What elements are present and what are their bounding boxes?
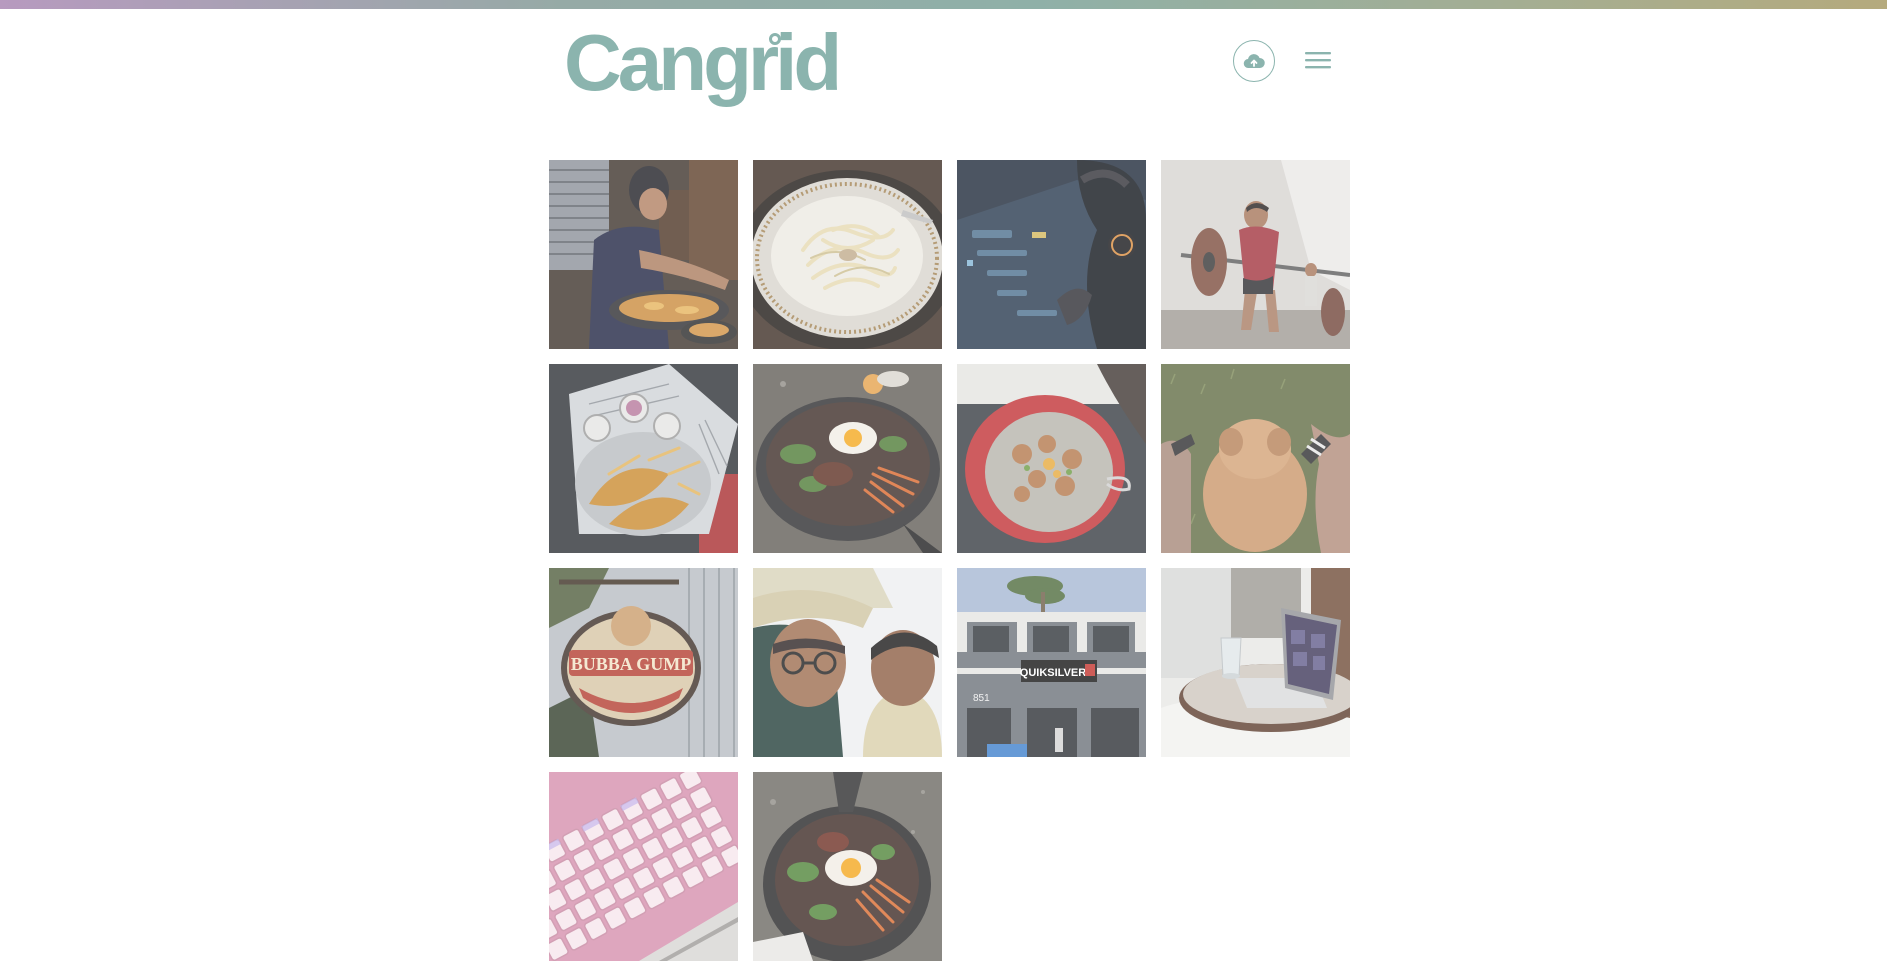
photo-tile[interactable]: bibimbap-overhead (753, 772, 942, 961)
upload-button[interactable] (1233, 40, 1275, 82)
svg-text:851: 851 (973, 693, 990, 704)
site-header: Cangrid (549, 9, 1349, 159)
photo-bibimbap-skillet (753, 364, 942, 553)
photo-tile[interactable]: red-bowl-dish (957, 364, 1146, 553)
photo-storefront: QUIKSILVER 851 (957, 568, 1146, 757)
photo-tile[interactable]: person-cooking (549, 160, 738, 349)
photo-tile[interactable]: bibimbap-skillet (753, 364, 942, 553)
photo-tile[interactable]: puppy-on-grass (1161, 364, 1350, 553)
photo-puppy-on-grass (1161, 364, 1350, 553)
photo-headphones-console (957, 160, 1146, 349)
photo-laptop-on-tray (1161, 568, 1350, 757)
site-logo[interactable]: Cangrid (564, 23, 842, 103)
photo-tile[interactable]: fish-and-chips (549, 364, 738, 553)
photo-two-person-selfie (753, 568, 942, 757)
photo-fish-and-chips (549, 364, 738, 553)
photo-grid: person-cooking pasta-plate (549, 160, 1350, 961)
photo-tile[interactable]: pink-keyboard (549, 772, 738, 961)
photo-person-cooking (549, 160, 738, 349)
photo-tile[interactable]: barbell-lift (1161, 160, 1350, 349)
logo-ring-decoration (769, 33, 781, 45)
svg-text:QUIKSILVER: QUIKSILVER (1020, 667, 1086, 679)
photo-tile[interactable]: restaurant-sign BUBBA GUMP (549, 568, 738, 757)
photo-tile[interactable]: pasta-plate (753, 160, 942, 349)
photo-tile[interactable]: storefront QUIKSILVER 851 (957, 568, 1146, 757)
photo-red-bowl-dish (957, 364, 1146, 553)
top-gradient-bar (0, 0, 1887, 9)
photo-pink-keyboard (549, 772, 738, 961)
menu-button[interactable] (1303, 47, 1333, 73)
photo-restaurant-sign: BUBBA GUMP (549, 568, 738, 757)
photo-bibimbap-overhead (753, 772, 942, 961)
cloud-upload-icon (1243, 54, 1265, 69)
photo-tile[interactable]: laptop-on-tray (1161, 568, 1350, 757)
photo-tile[interactable]: headphones-console (957, 160, 1146, 349)
photo-tile[interactable]: two-person-selfie (753, 568, 942, 757)
photo-barbell-lift (1161, 160, 1350, 349)
svg-text:BUBBA GUMP: BUBBA GUMP (571, 654, 692, 674)
photo-pasta-plate (753, 160, 942, 349)
hamburger-menu-icon (1305, 52, 1331, 69)
